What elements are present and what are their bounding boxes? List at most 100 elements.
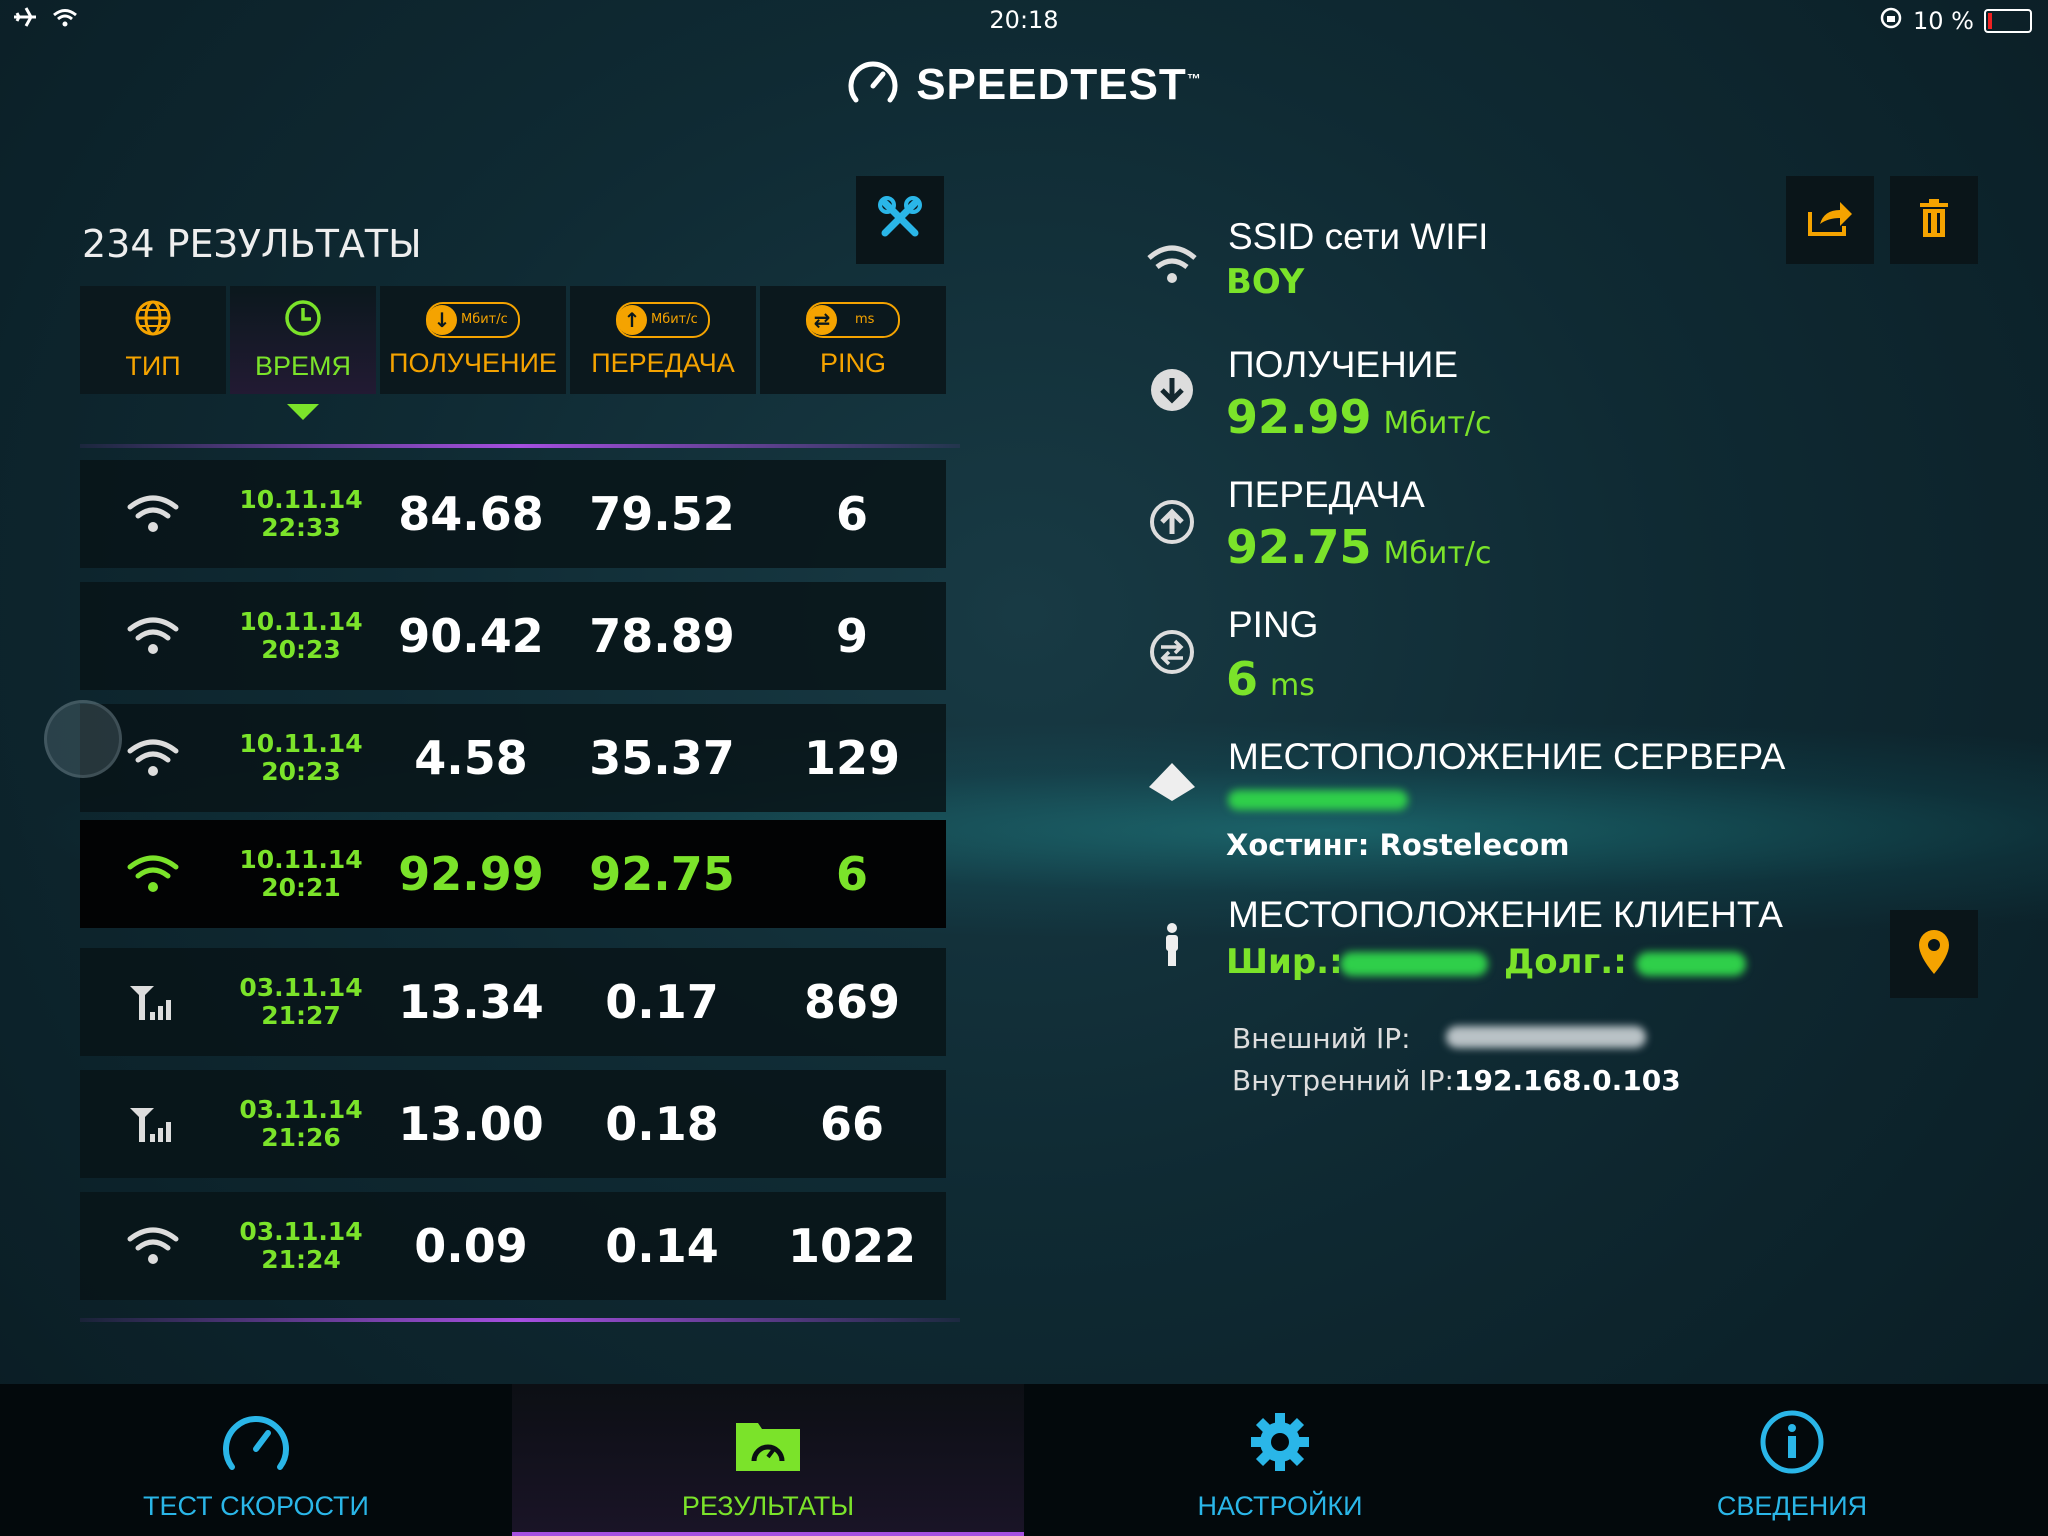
battery-percent: 10 %	[1913, 7, 1974, 35]
download-detail-icon	[1140, 358, 1204, 422]
result-upload: 92.75	[589, 847, 735, 901]
result-time: 20:23	[261, 757, 341, 786]
internal-ip-value: 192.168.0.103	[1454, 1064, 1681, 1097]
ssid-value: BOY	[1226, 262, 1305, 302]
wifi-icon	[80, 1192, 226, 1300]
table-row[interactable]: 03.11.14 21:27 13.34 0.17 869	[80, 948, 946, 1056]
result-date: 03.11.14	[239, 973, 363, 1002]
info-icon	[1759, 1409, 1825, 1479]
result-upload: 79.52	[589, 487, 735, 541]
tab-label: РЕЗУЛЬТАТЫ	[681, 1491, 855, 1521]
ping-value: 6 ms	[1226, 652, 1315, 706]
clock-icon	[284, 299, 322, 341]
results-count-title: 234 РЕЗУЛЬТАТЫ	[82, 222, 422, 266]
upload-detail-icon	[1140, 490, 1204, 554]
server-location-label: МЕСТОПОЛОЖЕНИЕ СЕРВЕРА	[1228, 736, 1786, 777]
result-datetime: 10.11.14 20:23	[226, 582, 376, 690]
tab-results[interactable]: РЕЗУЛЬТАТЫ	[512, 1384, 1024, 1536]
result-download: 13.34	[398, 975, 544, 1029]
server-location-redacted	[1228, 790, 1408, 810]
column-header-download[interactable]: ↓ Мбит/с ПОЛУЧЕНИЕ	[380, 286, 566, 394]
column-header-upload[interactable]: ↑ Мбит/с ПЕРЕДАЧА	[570, 286, 756, 394]
map-pin-button[interactable]	[1890, 910, 1978, 998]
client-location-icon	[1140, 914, 1204, 978]
wifi-icon	[80, 582, 226, 690]
battery-icon	[1984, 9, 2032, 33]
column-header-time[interactable]: ВРЕМЯ	[230, 286, 376, 394]
result-time: 21:24	[261, 1245, 341, 1274]
table-row[interactable]: 03.11.14 21:24 0.09 0.14 1022	[80, 1192, 946, 1300]
server-location-icon	[1140, 750, 1204, 814]
result-download: 0.09	[414, 1219, 528, 1273]
result-download: 84.68	[398, 487, 544, 541]
latitude-redacted	[1340, 952, 1488, 976]
wifi-detail-icon	[1140, 232, 1204, 296]
column-label-download: ПОЛУЧЕНИЕ	[389, 347, 557, 378]
table-row[interactable]: 10.11.14 20:21 92.99 92.75 6	[80, 820, 946, 928]
tab-info[interactable]: СВЕДЕНИЯ	[1536, 1384, 2048, 1536]
result-time: 20:23	[261, 635, 341, 664]
status-bar: 20:18 10 %	[0, 0, 2048, 40]
ssid-label: SSID сети WIFI	[1228, 216, 1489, 257]
table-row[interactable]: 10.11.14 20:23 90.42 78.89 9	[80, 582, 946, 690]
result-download: 4.58	[414, 731, 528, 785]
client-location-label: МЕСТОПОЛОЖЕНИЕ КЛИЕНТА	[1228, 894, 1783, 935]
delete-button[interactable]	[1890, 176, 1978, 264]
tab-settings[interactable]: НАСТРОЙКИ	[1024, 1384, 1536, 1536]
tab-label: СВЕДЕНИЯ	[1716, 1491, 1868, 1521]
hosting-line: Хостинг: Rostelecom	[1226, 828, 1570, 862]
sort-indicator-icon	[287, 404, 319, 420]
result-date: 03.11.14	[239, 1095, 363, 1124]
external-ip-label: Внешний IP:	[1232, 1022, 1411, 1055]
result-ping: 129	[803, 731, 901, 785]
result-time: 21:27	[261, 1001, 341, 1030]
cellular-icon	[80, 1070, 226, 1178]
results-folder-icon	[732, 1413, 804, 1479]
upload-label: ПЕРЕДАЧА	[1228, 474, 1425, 515]
result-time: 22:33	[261, 513, 341, 542]
upload-value: 92.75 Мбит/с	[1226, 520, 1492, 574]
result-ping: 6	[835, 847, 868, 901]
assistive-touch-button[interactable]	[44, 700, 122, 778]
result-upload: 0.17	[605, 975, 719, 1029]
result-time: 20:21	[261, 873, 341, 902]
table-row[interactable]: 03.11.14 21:26 13.00 0.18 66	[80, 1070, 946, 1178]
result-datetime: 03.11.14 21:24	[226, 1192, 376, 1300]
table-row[interactable]: 10.11.14 20:23 4.58 35.37 129	[80, 704, 946, 812]
table-row[interactable]: 10.11.14 22:33 84.68 79.52 6	[80, 460, 946, 568]
column-header-type[interactable]: ТИП	[80, 286, 226, 394]
app-title: SPEEDTEST™	[916, 60, 1202, 109]
internal-ip-label: Внутренний IP:	[1232, 1064, 1454, 1097]
share-button[interactable]	[1786, 176, 1874, 264]
result-ping: 66	[819, 1097, 884, 1151]
speedtest-logo-icon	[846, 56, 900, 114]
result-date: 10.11.14	[239, 485, 363, 514]
result-upload: 35.37	[589, 731, 735, 785]
result-datetime: 10.11.14 20:21	[226, 820, 376, 928]
upload-icon: ↑ Мбит/с	[616, 301, 710, 338]
result-ping: 6	[835, 487, 868, 541]
result-ping: 869	[803, 975, 901, 1029]
ping-label: PING	[1228, 604, 1319, 645]
tab-speed-test[interactable]: ТЕСТ СКОРОСТИ	[0, 1384, 512, 1536]
column-label-time: ВРЕМЯ	[254, 350, 352, 381]
tab-bar: ТЕСТ СКОРОСТИ РЕЗУЛЬТАТЫ НАСТРОЙКИ СВЕДЕ…	[0, 1384, 2048, 1536]
download-label: ПОЛУЧЕНИЕ	[1228, 344, 1459, 385]
column-header-ping[interactable]: ⇄ ms PING	[760, 286, 946, 394]
tools-button[interactable]	[856, 176, 944, 264]
status-right: 10 %	[1879, 6, 2032, 36]
app-logo: SPEEDTEST™	[0, 56, 2048, 114]
result-upload: 0.14	[605, 1219, 719, 1273]
column-label-upload: ПЕРЕДАЧА	[591, 347, 735, 378]
result-date: 10.11.14	[239, 729, 363, 758]
map-pin-icon	[1917, 928, 1951, 980]
trash-icon	[1918, 198, 1950, 242]
status-time: 20:18	[989, 6, 1059, 34]
list-bottom-divider	[80, 1318, 960, 1322]
wifi-icon	[80, 820, 226, 928]
cellular-icon	[80, 948, 226, 1056]
latitude-label: Шир.:	[1226, 942, 1343, 982]
result-upload: 78.89	[589, 609, 735, 663]
longitude-label: Долг.:	[1504, 942, 1627, 982]
rotation-lock-icon	[1879, 6, 1903, 36]
